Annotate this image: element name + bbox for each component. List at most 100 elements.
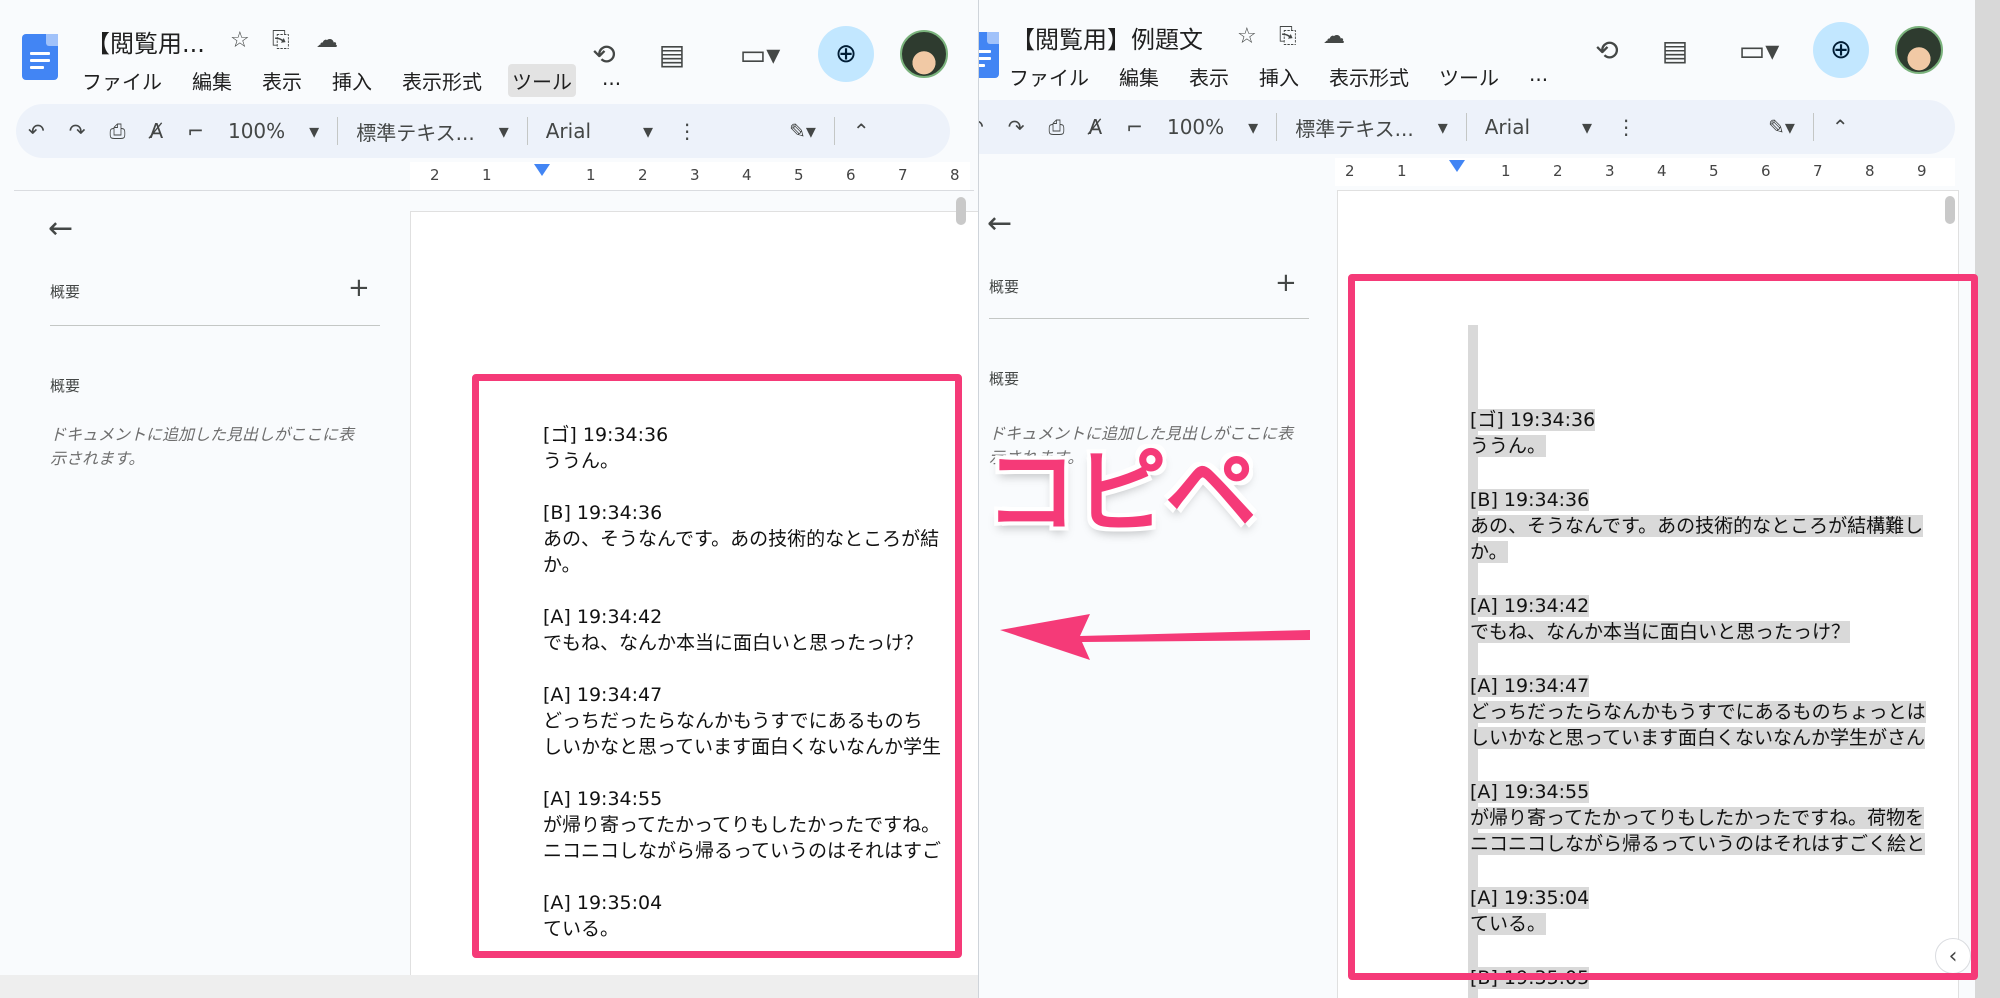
history-icon[interactable]: ⟲ [582, 32, 626, 76]
redo-icon[interactable]: ↷ [69, 119, 86, 143]
toolbar-divider [1812, 113, 1814, 141]
menu-tools[interactable]: ツール [1435, 60, 1503, 93]
vertical-scrollbar[interactable] [956, 197, 966, 225]
back-arrow-icon[interactable]: ← [48, 211, 73, 246]
indent-marker[interactable] [534, 164, 550, 176]
copy-direction-arrow-icon [1000, 614, 1310, 660]
ruler-label: 7 [898, 166, 908, 184]
horizontal-ruler[interactable]: 2 1 1 2 3 4 5 6 7 8 [410, 162, 970, 191]
menu-file[interactable]: ファイル [1005, 60, 1093, 93]
zoom-select[interactable]: 100% [1167, 115, 1224, 139]
toolbar-divider [337, 117, 339, 145]
menu-view[interactable]: 表示 [258, 64, 306, 97]
more-options-icon[interactable]: ⋮ [1616, 115, 1636, 139]
ruler-label: 1 [482, 166, 492, 184]
move-to-folder-icon[interactable]: ⎘ [272, 28, 290, 53]
menu-format[interactable]: 表示形式 [1325, 60, 1413, 93]
right-toolbar: ↶ ↷ ⎙ A̸ ⌐ 100% ▾ 標準テキス... ▾ Arial ▾ ⋮ ✎… [975, 100, 1955, 154]
font-select[interactable]: Arial [546, 119, 591, 143]
zoom-chevron-down-icon[interactable]: ▾ [1248, 115, 1258, 139]
style-chevron-down-icon[interactable]: ▾ [1438, 115, 1448, 139]
right-titlebar: 【閲覧用】例題文 ☆ ⎘ ☁ ファイル 編集 表示 挿入 表示形式 ツール ..… [975, 0, 1975, 108]
menu-format[interactable]: 表示形式 [398, 64, 486, 97]
menu-bar: ファイル 編集 表示 挿入 表示形式 ツール ... [1005, 60, 1552, 93]
menu-more[interactable]: ... [1525, 60, 1552, 93]
style-chevron-down-icon[interactable]: ▾ [499, 119, 509, 143]
vertical-scrollbar[interactable] [1945, 196, 1955, 224]
menu-tools[interactable]: ツール [508, 64, 576, 97]
toolbar-divider [526, 117, 528, 145]
toolbar-divider [833, 117, 835, 145]
share-icon[interactable]: ⊕ [1813, 22, 1869, 78]
outline-summary-label: 概要 [50, 283, 81, 301]
indent-marker[interactable] [1449, 160, 1465, 172]
ruler-label: 2 [638, 166, 648, 184]
editing-mode-icon[interactable]: ✎▾ [789, 119, 816, 143]
zoom-chevron-down-icon[interactable]: ▾ [309, 119, 319, 143]
hide-menus-chevron-up-icon[interactable]: ⌃ [1832, 115, 1849, 139]
horizontal-ruler[interactable]: 2 1 1 2 3 4 5 6 7 8 9 [1335, 158, 1955, 187]
menu-view[interactable]: 表示 [1185, 60, 1233, 93]
comment-icon[interactable]: ▤ [650, 32, 694, 76]
more-options-icon[interactable]: ⋮ [677, 119, 697, 143]
star-icon[interactable]: ☆ [230, 28, 250, 53]
outline-summary-label: 概要 [989, 278, 1020, 296]
menu-insert[interactable]: 挿入 [328, 64, 376, 97]
menu-file[interactable]: ファイル [78, 64, 166, 97]
outline-headings-label: 概要 [989, 370, 1020, 388]
spellcheck-icon[interactable]: A̸ [1089, 115, 1103, 139]
cloud-saved-icon[interactable]: ☁ [1323, 24, 1345, 49]
left-titlebar: 【閲覧用... ☆ ⎘ ☁ ファイル 編集 表示 挿入 表示形式 ツール ...… [0, 0, 978, 108]
cloud-saved-icon[interactable]: ☁ [316, 28, 338, 53]
editing-mode-icon[interactable]: ✎▾ [1768, 115, 1795, 139]
font-chevron-down-icon[interactable]: ▾ [643, 119, 653, 143]
print-icon[interactable]: ⎙ [110, 119, 126, 143]
hide-menus-chevron-up-icon[interactable]: ⌃ [853, 119, 870, 143]
docs-logo-icon[interactable] [22, 34, 58, 80]
style-select[interactable]: 標準テキス... [356, 117, 474, 146]
comment-icon[interactable]: ▤ [1653, 28, 1697, 72]
copy-paste-annotation-label: コピペ [985, 439, 1257, 546]
print-icon[interactable]: ⎙ [1049, 115, 1065, 139]
spellcheck-icon[interactable]: A̸ [150, 119, 164, 143]
ruler-label: 2 [1553, 162, 1563, 180]
outline-headings-label: 概要 [50, 377, 81, 395]
move-to-folder-icon[interactable]: ⎘ [1279, 24, 1297, 49]
doc-title[interactable]: 【閲覧用】例題文 [1011, 20, 1203, 55]
paint-format-icon[interactable]: ⌐ [187, 119, 204, 143]
doc-title[interactable]: 【閲覧用... [86, 24, 205, 59]
ruler-label: 3 [1605, 162, 1615, 180]
font-select[interactable]: Arial [1485, 115, 1530, 139]
left-toolbar: ↶ ↷ ⎙ A̸ ⌐ 100% ▾ 標準テキス... ▾ Arial ▾ ⋮ ✎… [16, 104, 950, 158]
menu-edit[interactable]: 編集 [1115, 60, 1163, 93]
menu-edit[interactable]: 編集 [188, 64, 236, 97]
outline-divider [989, 318, 1309, 319]
ruler-label: 2 [430, 166, 440, 184]
ruler-label: 1 [1397, 162, 1407, 180]
paint-format-icon[interactable]: ⌐ [1126, 115, 1143, 139]
font-chevron-down-icon[interactable]: ▾ [1582, 115, 1592, 139]
video-call-icon[interactable]: ▭▾ [730, 32, 790, 76]
add-summary-plus-icon[interactable]: + [348, 273, 370, 303]
avatar[interactable] [1895, 26, 1943, 74]
ruler-label: 4 [742, 166, 752, 184]
ruler-label: 3 [690, 166, 700, 184]
ruler-label: 8 [1865, 162, 1875, 180]
menu-insert[interactable]: 挿入 [1255, 60, 1303, 93]
share-icon[interactable]: ⊕ [818, 26, 874, 82]
avatar[interactable] [900, 30, 948, 78]
zoom-select[interactable]: 100% [228, 119, 285, 143]
ruler-label: 1 [1501, 162, 1511, 180]
copy-source-highlight-frame [1348, 274, 1978, 980]
toolbar-divider [1465, 113, 1467, 141]
star-icon[interactable]: ☆ [1237, 24, 1257, 49]
paste-target-highlight-frame [472, 374, 962, 958]
undo-icon[interactable]: ↶ [28, 119, 45, 143]
back-arrow-icon[interactable]: ← [987, 206, 1012, 241]
history-icon[interactable]: ⟲ [1585, 28, 1629, 72]
redo-icon[interactable]: ↷ [1008, 115, 1025, 139]
desktop-taskbar-strip [0, 975, 978, 998]
video-call-icon[interactable]: ▭▾ [1729, 28, 1789, 72]
style-select[interactable]: 標準テキス... [1295, 113, 1413, 142]
add-summary-plus-icon[interactable]: + [1275, 268, 1297, 298]
